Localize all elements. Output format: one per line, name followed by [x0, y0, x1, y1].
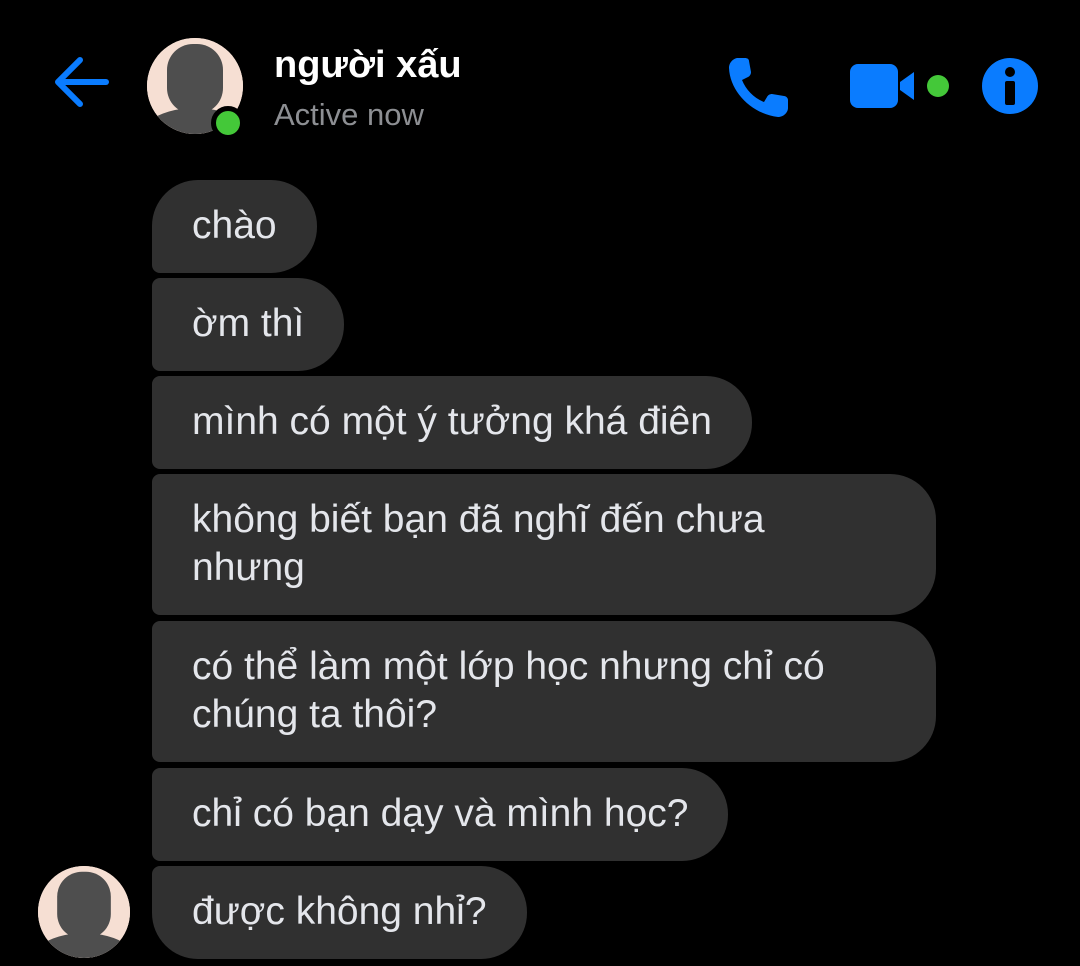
- message-bubble[interactable]: không biết bạn đã nghĩ đến chưa nhưng: [152, 474, 936, 615]
- sender-avatar[interactable]: [38, 866, 130, 958]
- message-bubble[interactable]: có thể làm một lớp học nhưng chỉ có chún…: [152, 621, 936, 762]
- message-thread: chào ờm thì mình có một ý tưởng khá điên…: [0, 0, 1080, 966]
- message-bubble[interactable]: ờm thì: [152, 278, 345, 371]
- message-bubble[interactable]: được không nhỉ?: [152, 866, 527, 959]
- message-bubble[interactable]: chỉ có bạn dạy và mình học?: [152, 768, 729, 861]
- default-avatar-icon: [38, 866, 130, 958]
- message-bubble[interactable]: mình có một ý tưởng khá điên: [152, 376, 752, 469]
- message-bubble[interactable]: chào: [152, 180, 317, 273]
